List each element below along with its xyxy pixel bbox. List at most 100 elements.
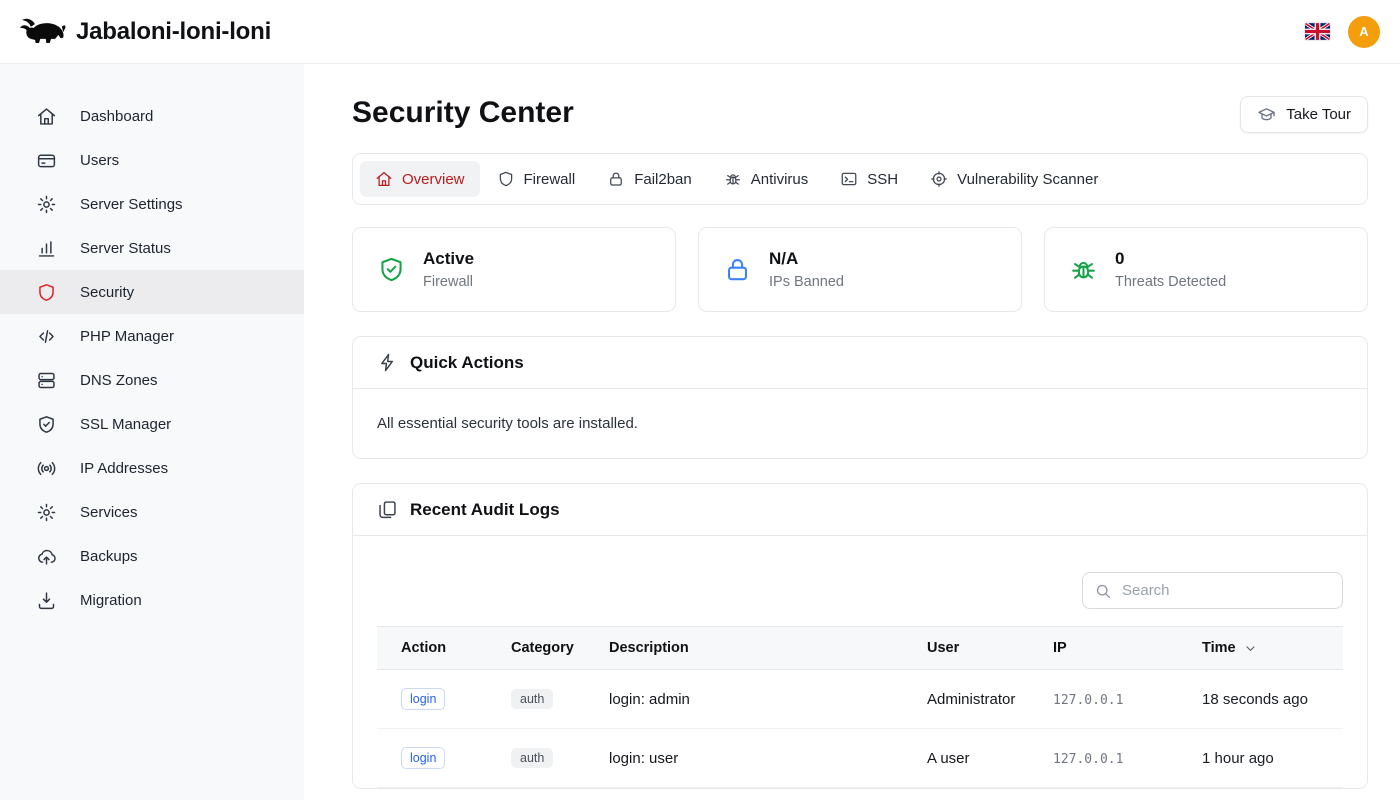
sidebar-item-label: Services — [80, 504, 138, 521]
app-header: Jabaloni-loni-loni A — [0, 0, 1400, 64]
audit-table: ActionCategory Description User IP Time logi… — [377, 626, 1343, 788]
header-actions: A — [1305, 16, 1380, 48]
user-cell: Administrator — [911, 670, 1037, 729]
audit-table-body: login auth login: adminAdministrator 127.0.… — [377, 670, 1343, 788]
sidebar-item-backups[interactable]: Backups — [0, 534, 304, 578]
wallet-icon — [36, 150, 57, 171]
stat-card-ips-banned: N/A IPs Banned — [698, 227, 1022, 312]
bull-logo-icon — [20, 16, 66, 47]
shield-icon — [36, 282, 57, 303]
audit-logs-body: ActionCategory Description User IP Time logi… — [353, 536, 1367, 788]
column-header-description: Description — [593, 627, 911, 670]
column-header-action: Action — [377, 627, 495, 670]
sidebar-item-dashboard[interactable]: Dashboard — [0, 94, 304, 138]
action-badge: login — [401, 688, 445, 710]
sidebar-item-label: Server Settings — [80, 196, 183, 213]
tab-overview[interactable]: Overview — [360, 161, 480, 197]
audit-search-row — [377, 572, 1343, 609]
sidebar-item-label: DNS Zones — [80, 372, 158, 389]
stats-row: ActiveFirewall N/A IPs Banned 0Threats Dete… — [352, 227, 1368, 312]
time-cell: 1 hour ago — [1186, 729, 1343, 788]
bug-icon — [724, 170, 742, 188]
tab-firewall[interactable]: Firewall — [482, 161, 591, 197]
gear-icon — [36, 194, 57, 215]
sidebar-item-label: Dashboard — [80, 108, 153, 125]
quick-actions-header: Quick Actions — [353, 337, 1367, 389]
sidebar-item-server-status[interactable]: Server Status — [0, 226, 304, 270]
shield-check-icon — [36, 414, 57, 435]
audit-logs-card: Recent Audit Logs ActionCategory Descript… — [352, 483, 1368, 789]
tab-ssh[interactable]: SSH — [825, 161, 913, 197]
search-input[interactable] — [1082, 572, 1343, 609]
terminal-icon — [840, 170, 858, 188]
column-header-label: User — [927, 640, 959, 656]
user-avatar[interactable]: A — [1348, 16, 1380, 48]
description-cell: login: user — [593, 729, 911, 788]
code-icon — [36, 326, 57, 347]
sidebar-item-php-manager[interactable]: PHP Manager — [0, 314, 304, 358]
tab-antivirus[interactable]: Antivirus — [709, 161, 824, 197]
stat-label: Firewall — [423, 274, 474, 290]
ip-value: 127.0.0.1 — [1053, 752, 1123, 767]
column-header-user: User — [911, 627, 1037, 670]
security-tabs: Overview Firewall Fail2banAntivirusSSH Vuln… — [352, 153, 1368, 205]
sidebar-item-users[interactable]: Users — [0, 138, 304, 182]
gear-icon — [36, 502, 57, 523]
tab-label: Firewall — [524, 171, 576, 188]
chart-icon — [36, 238, 57, 259]
graduation-cap-icon — [1257, 105, 1276, 124]
sidebar-item-label: Security — [80, 284, 134, 301]
quick-actions-card: Quick Actions All essential security too… — [352, 336, 1368, 459]
sidebar-item-ip-addresses[interactable]: IP Addresses — [0, 446, 304, 490]
sidebar-item-migration[interactable]: Migration — [0, 578, 304, 622]
home-icon — [36, 106, 57, 127]
shield-check-icon — [377, 255, 406, 284]
brand[interactable]: Jabaloni-loni-loni — [20, 16, 271, 47]
sidebar-item-label: SSL Manager — [80, 416, 171, 433]
target-icon — [930, 170, 948, 188]
column-header-time[interactable]: Time — [1186, 627, 1343, 670]
download-icon — [36, 590, 57, 611]
ip-value: 127.0.0.1 — [1053, 693, 1123, 708]
sidebar-item-ssl-manager[interactable]: SSL Manager — [0, 402, 304, 446]
user-cell: A user — [911, 729, 1037, 788]
shield-icon — [497, 170, 515, 188]
stat-card-threats-detected: 0Threats Detected — [1044, 227, 1368, 312]
tab-fail2ban[interactable]: Fail2ban — [592, 161, 707, 197]
audit-logs-icon — [377, 499, 398, 520]
cloud-up-icon — [36, 546, 57, 567]
category-badge: auth — [511, 748, 553, 768]
sidebar-item-label: Backups — [80, 548, 138, 565]
take-tour-button[interactable]: Take Tour — [1240, 96, 1368, 133]
audit-table-row: login auth login: userA user 127.0.0.1 1 hou… — [377, 729, 1343, 788]
action-badge: login — [401, 747, 445, 769]
description-cell: login: admin — [593, 670, 911, 729]
language-flag-icon[interactable] — [1305, 23, 1330, 40]
column-header-label: Description — [609, 640, 689, 656]
sidebar-item-server-settings[interactable]: Server Settings — [0, 182, 304, 226]
column-header-label: IP — [1053, 640, 1067, 656]
sidebar-item-services[interactable]: Services — [0, 490, 304, 534]
column-header-category: Category — [495, 627, 593, 670]
stat-value: N/A — [769, 249, 844, 269]
tab-label: Vulnerability Scanner — [957, 171, 1098, 188]
app-title: Jabaloni-loni-loni — [76, 18, 271, 46]
sidebar-item-dns-zones[interactable]: DNS Zones — [0, 358, 304, 402]
column-header-ip: IP — [1037, 627, 1186, 670]
page-head: Security Center Take Tour — [352, 96, 1368, 133]
category-badge: auth — [511, 689, 553, 709]
sidebar-item-security[interactable]: Security — [0, 270, 304, 314]
audit-table-head-row: ActionCategory Description User IP Time — [377, 627, 1343, 670]
lock-icon — [607, 170, 625, 188]
broadcast-icon — [36, 458, 57, 479]
quick-actions-title: Quick Actions — [410, 353, 524, 373]
stat-card-firewall: ActiveFirewall — [352, 227, 676, 312]
sidebar-nav: Dashboard Users Server Settings Server Stat… — [0, 64, 304, 800]
audit-logs-header: Recent Audit Logs — [353, 484, 1367, 536]
tab-label: Overview — [402, 171, 465, 188]
bug-icon — [1069, 255, 1098, 284]
stat-label: IPs Banned — [769, 274, 844, 290]
lock-icon — [723, 255, 752, 284]
stat-value: 0 — [1115, 249, 1226, 269]
tab-vulnerability-scanner[interactable]: Vulnerability Scanner — [915, 161, 1113, 197]
